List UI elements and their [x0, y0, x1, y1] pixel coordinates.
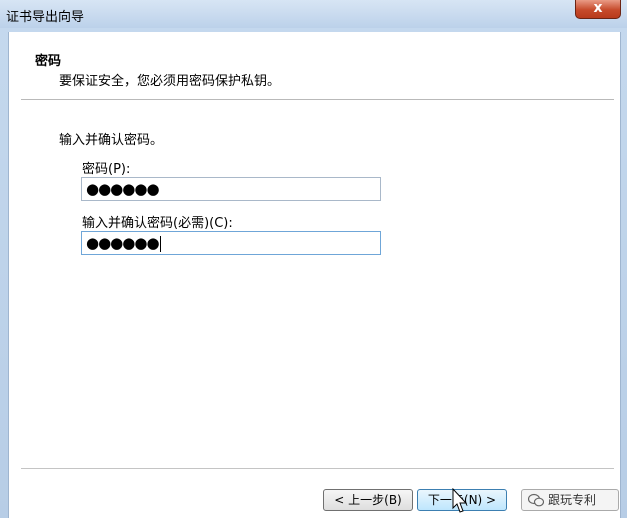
certificate-export-wizard-window: 证书导出向导 x 密码 要保证安全，您必须用密码保护私钥。 输入并确认密码。 密… [0, 0, 627, 518]
footer-divider [21, 468, 614, 469]
close-icon: x [593, 0, 603, 16]
wechat-icon [528, 493, 544, 507]
window-title: 证书导出向导 [6, 10, 85, 25]
confirm-password-input[interactable]: ●●●●●● [81, 231, 381, 255]
password-label: 密码(P): [82, 162, 131, 177]
page-subtitle: 要保证安全，您必须用密码保护私钥。 [59, 74, 281, 89]
instruction-text: 输入并确认密码。 [59, 133, 164, 148]
password-input[interactable]: ●●●●●● [81, 177, 381, 201]
title-bar[interactable]: 证书导出向导 x [0, 0, 627, 28]
confirm-password-value: ●●●●●● [86, 234, 160, 252]
close-button[interactable]: x [575, 0, 621, 19]
mouse-cursor-icon [452, 488, 468, 513]
wizard-content: 密码 要保证安全，您必须用密码保护私钥。 输入并确认密码。 密码(P): ●●●… [8, 32, 621, 518]
page-title: 密码 [35, 54, 62, 69]
header-divider [21, 99, 614, 100]
password-value: ●●●●●● [86, 180, 160, 198]
text-caret [159, 235, 161, 252]
confirm-password-label: 输入并确认密码(必需)(C): [82, 216, 233, 231]
watermark-text: 跟玩专利 [548, 493, 597, 507]
watermark-badge: 跟玩专利 [521, 489, 619, 511]
back-button[interactable]: < 上一步(B) [323, 489, 413, 511]
